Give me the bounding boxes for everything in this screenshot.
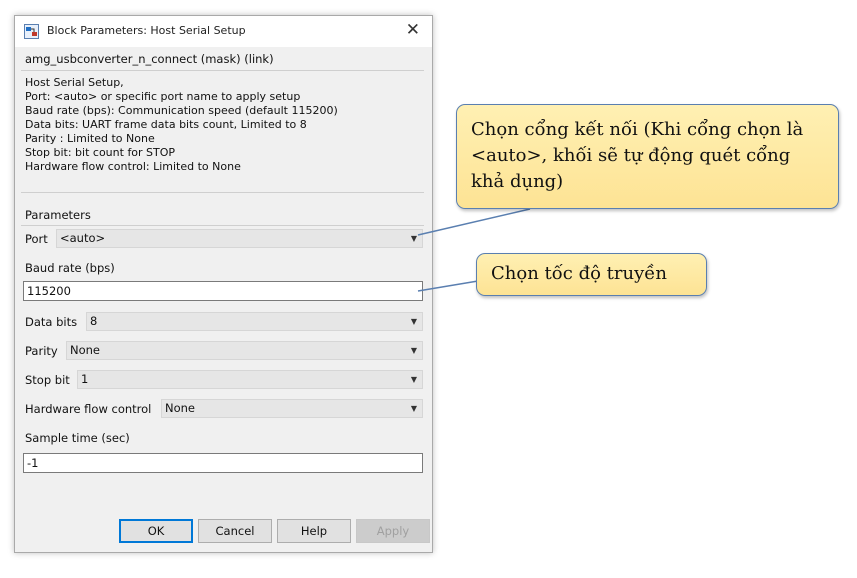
callout-pointers — [417, 208, 531, 292]
baud-callout-pointer — [417, 280, 479, 292]
port-callout-pointer — [417, 208, 531, 236]
baud-rate-annotation-callout: Chọn tốc độ truyền — [476, 253, 707, 296]
port-annotation-callout: Chọn cổng kết nối (Khi cổng chọn là <aut… — [456, 104, 839, 209]
